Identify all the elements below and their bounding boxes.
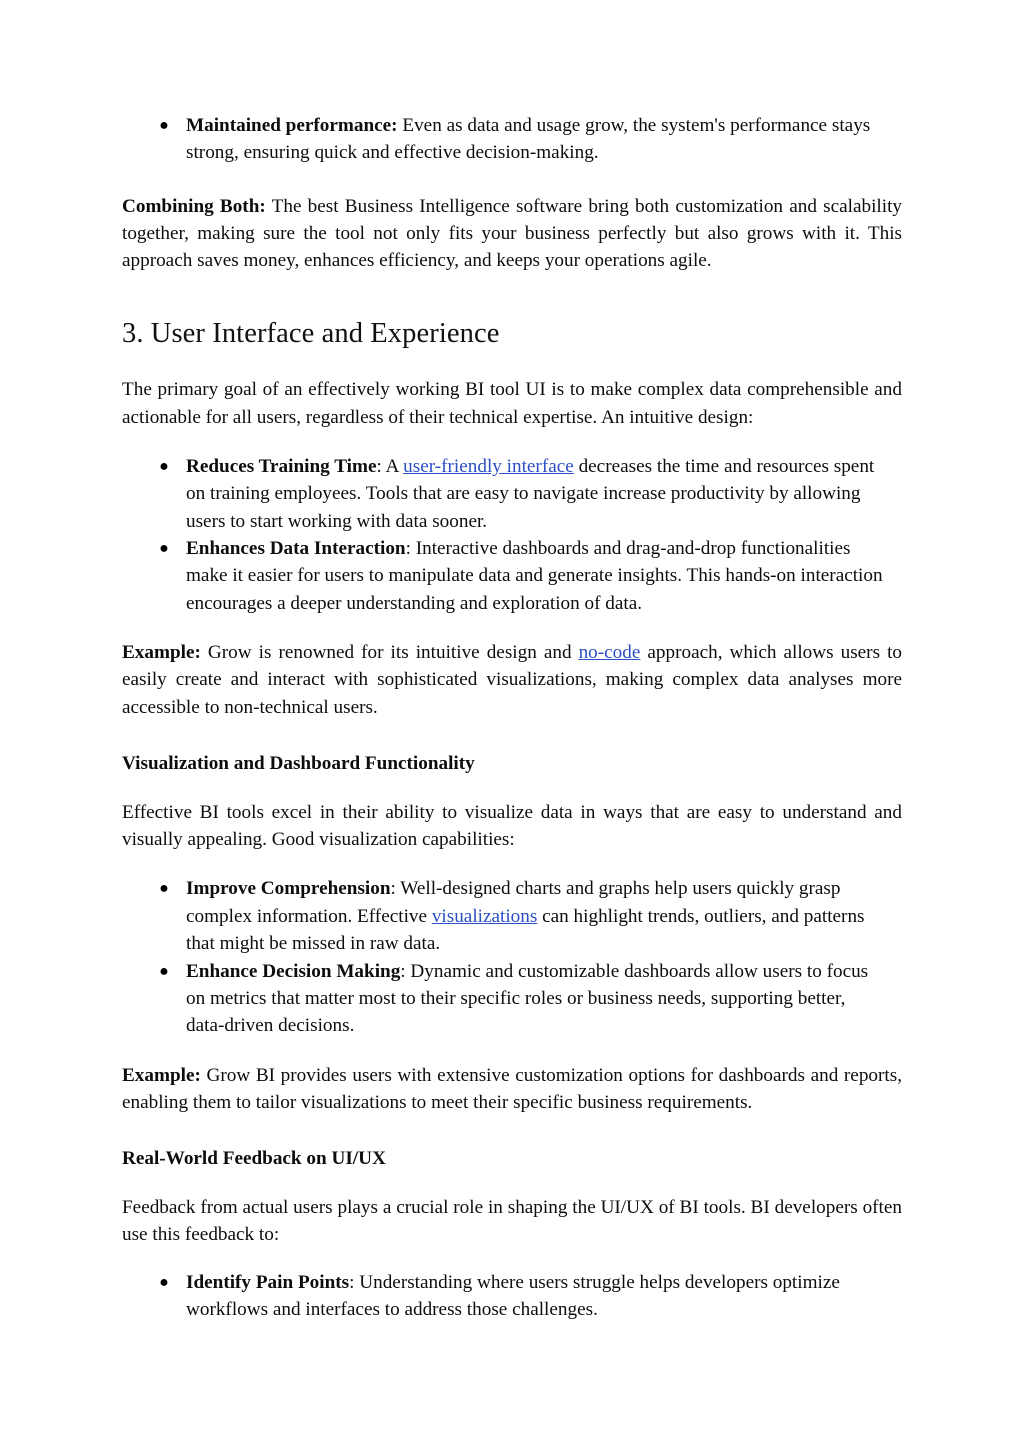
section-heading: 3. User Interface and Experience [122, 318, 500, 350]
list-item-text-pre: : A [376, 455, 404, 477]
bullet-marker-icon: ● [159, 457, 169, 475]
subheading-real-world-feedback: Real-World Feedback on UI/UX [122, 1148, 386, 1170]
list-item-term: Enhance Decision Making [186, 960, 401, 982]
paragraph-combining-both: Combining Both: The best Business Intell… [122, 193, 902, 275]
bullet-marker-icon: ● [159, 1273, 169, 1291]
document-page: ● Maintained performance: Even as data an… [0, 0, 1024, 1446]
list-item: ● Improve Comprehension: Well-designed ch… [122, 875, 884, 957]
list-item: ● Enhances Data Interaction: Interactive … [122, 535, 884, 617]
list-item-term: Reduces Training Time [186, 455, 377, 477]
paragraph-example-one: Example: Grow is renowned for its intuit… [122, 639, 902, 721]
paragraph-visualization-intro: Effective BI tools excel in their abilit… [122, 801, 902, 851]
list-item-term: Maintained performance: [186, 115, 398, 136]
document-content: ● Maintained performance: Even as data an… [122, 112, 902, 1323]
paragraph-ui-intro: The primary goal of an effectively worki… [122, 379, 902, 428]
list-item: ● Identify Pain Points: Understanding whe… [122, 1269, 884, 1324]
link-user-friendly-interface[interactable]: user-friendly interface [403, 456, 574, 477]
list-item-term: Enhances Data Interaction [186, 538, 406, 560]
paragraph-lead-term: Combining Both: [122, 195, 266, 217]
paragraph-feedback-intro: Feedback from actual users plays a cruci… [122, 1197, 902, 1246]
list-item: ● Enhance Decision Making: Dynamic and cu… [122, 958, 884, 1040]
bullet-list-feedback: ● Identify Pain Points: Understanding whe… [122, 1269, 884, 1324]
bullet-list-visualization: ● Improve Comprehension: Well-designed ch… [122, 875, 884, 1039]
bullet-marker-icon: ● [159, 117, 169, 134]
bullet-list-ui: ● Reduces Training Time: A user-friendly … [122, 453, 884, 617]
paragraph-body: Grow BI provides users with extensive cu… [122, 1064, 902, 1113]
link-visualizations[interactable]: visualizations [432, 906, 538, 927]
bullet-marker-icon: ● [159, 540, 169, 558]
list-item: ● Reduces Training Time: A user-friendly … [122, 453, 884, 535]
paragraph-example-two: Example: Grow BI provides users with ext… [122, 1062, 902, 1116]
subheading-visualization: Visualization and Dashboard Functionalit… [122, 752, 475, 774]
bullet-marker-icon: ● [159, 962, 169, 980]
paragraph-text-pre: Grow is renowned for its intuitive desig… [200, 642, 579, 664]
link-no-code[interactable]: no-code [579, 642, 641, 663]
paragraph-lead-term: Example: [122, 1064, 201, 1086]
bullet-marker-icon: ● [159, 880, 169, 898]
list-item: ● Maintained performance: Even as data an… [122, 112, 884, 167]
paragraph-lead-term: Example: [122, 642, 201, 664]
list-item-term: Identify Pain Points [186, 1271, 350, 1293]
bullet-list-scalability: ● Maintained performance: Even as data an… [122, 112, 884, 167]
list-item-term: Improve Comprehension [186, 878, 391, 900]
